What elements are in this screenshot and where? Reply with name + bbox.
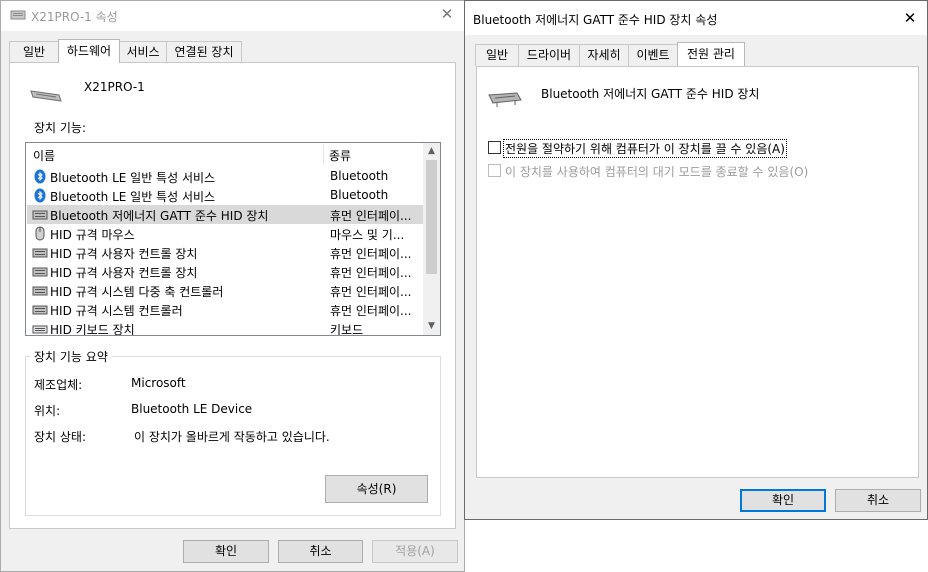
list-item-type: 휴먼 인터페이... xyxy=(330,209,412,223)
list-item-type: 휴먼 인터페이... xyxy=(330,266,412,280)
title-bar[interactable]: X21PRO-1 속성 ✕ xyxy=(1,1,464,31)
tab-events[interactable]: 이벤트 xyxy=(628,44,678,66)
tab-hardware[interactable]: 하드웨어 xyxy=(58,39,120,63)
column-header-name[interactable]: 이름 xyxy=(33,147,55,164)
list-item-name: HID 규격 시스템 다중 축 컨트롤러 xyxy=(50,285,224,299)
tab-general[interactable]: 일반 xyxy=(9,41,59,63)
list-item[interactable]: HID 규격 사용자 컨트롤 장치 휴먼 인터페이... xyxy=(27,243,423,262)
location-label: 위치: xyxy=(34,404,61,418)
keyboard-icon xyxy=(32,325,48,334)
hid-device-properties-window: Bluetooth 저에너지 GATT 준수 HID 장치 속성 ✕ 일반 드라… xyxy=(464,0,928,520)
manufacturer-value: Microsoft xyxy=(131,376,186,390)
list-item-name: Bluetooth LE 일반 특성 서비스 xyxy=(50,190,216,204)
hid-device-icon xyxy=(32,267,48,277)
list-item-name: HID 키보드 장치 xyxy=(50,323,135,336)
close-icon[interactable]: ✕ xyxy=(438,5,456,23)
list-item-name: HID 규격 시스템 컨트롤러 xyxy=(50,304,183,318)
cancel-button[interactable]: 취소 xyxy=(835,489,921,512)
list-item-name: Bluetooth 저에너지 GATT 준수 HID 장치 xyxy=(50,209,269,223)
column-divider[interactable] xyxy=(323,145,324,165)
list-header: 이름 종류 xyxy=(26,143,423,167)
hid-device-icon xyxy=(32,286,48,296)
list-item-type: Bluetooth xyxy=(330,188,389,202)
list-item-type: 휴먼 인터페이... xyxy=(330,285,412,299)
list-item[interactable]: Bluetooth LE 일반 특성 서비스 Bluetooth xyxy=(27,186,423,205)
wake-computer-checkbox[interactable] xyxy=(488,164,501,177)
list-item-type: Bluetooth xyxy=(330,169,389,183)
window-title: Bluetooth 저에너지 GATT 준수 HID 장치 속성 xyxy=(473,13,718,27)
list-item[interactable]: HID 규격 사용자 컨트롤 장치 휴먼 인터페이... xyxy=(27,262,423,281)
manufacturer-label: 제조업체: xyxy=(34,378,83,392)
list-item[interactable]: HID 규격 마우스 마우스 및 기... xyxy=(27,224,423,243)
keyboard-icon xyxy=(30,90,62,102)
scroll-down-icon[interactable]: ▼ xyxy=(423,318,440,335)
bluetooth-icon xyxy=(34,169,46,184)
function-summary-title: 장치 기능 요약 xyxy=(30,348,112,365)
device-name: X21PRO-1 xyxy=(84,80,145,94)
device-properties-window: X21PRO-1 속성 ✕ 일반 하드웨어 서비스 연결된 장치 X21PRO-… xyxy=(0,0,465,572)
device-functions-label: 장치 기능: xyxy=(34,121,87,135)
scrollbar-thumb[interactable] xyxy=(426,160,437,274)
list-item-type: 휴먼 인터페이... xyxy=(330,304,412,318)
list-item-selected[interactable]: Bluetooth 저에너지 GATT 준수 HID 장치 휴먼 인터페이... xyxy=(27,205,423,224)
apply-button[interactable]: 적용(A) xyxy=(372,540,458,563)
ok-button[interactable]: 확인 xyxy=(183,540,269,563)
properties-button[interactable]: 속성(R) xyxy=(325,475,428,503)
location-value: Bluetooth LE Device xyxy=(131,402,253,416)
tab-strip: 일반 하드웨어 서비스 연결된 장치 xyxy=(1,39,464,63)
tab-connected-devices[interactable]: 연결된 장치 xyxy=(166,41,242,63)
window-title: X21PRO-1 속성 xyxy=(31,10,118,24)
list-item-name: HID 규격 사용자 컨트롤 장치 xyxy=(50,266,198,280)
tab-general[interactable]: 일반 xyxy=(475,44,519,66)
list-item-type: 마우스 및 기... xyxy=(330,228,405,242)
keyboard-icon xyxy=(10,10,26,20)
tab-strip: 일반 드라이버 자세히 이벤트 전원 관리 xyxy=(465,42,927,66)
list-item[interactable]: HID 키보드 장치 키보드 xyxy=(27,319,423,336)
hid-device-icon xyxy=(32,248,48,258)
list-item-name: Bluetooth LE 일반 특성 서비스 xyxy=(50,171,216,185)
hid-device-icon xyxy=(32,305,48,315)
title-bar[interactable]: Bluetooth 저에너지 GATT 준수 HID 장치 속성 ✕ xyxy=(465,1,927,35)
mouse-icon xyxy=(35,226,45,241)
list-item[interactable]: HID 규격 시스템 컨트롤러 휴먼 인터페이... xyxy=(27,300,423,319)
list-item[interactable]: HID 규격 시스템 다중 축 컨트롤러 휴먼 인터페이... xyxy=(27,281,423,300)
ok-button[interactable]: 확인 xyxy=(740,489,826,512)
scroll-up-icon[interactable]: ▲ xyxy=(423,143,440,160)
list-item-name: HID 규격 마우스 xyxy=(50,228,135,242)
tab-driver[interactable]: 드라이버 xyxy=(518,44,580,66)
wake-computer-label[interactable]: 이 장치를 사용하여 컴퓨터의 대기 모드를 종료할 수 있음(O) xyxy=(505,163,808,180)
bluetooth-icon xyxy=(34,188,46,203)
cancel-button[interactable]: 취소 xyxy=(278,540,363,563)
list-item-type: 휴먼 인터페이... xyxy=(330,247,412,261)
power-off-label[interactable]: 전원을 절약하기 위해 컴퓨터가 이 장치를 끌 수 있음(A) xyxy=(503,139,787,158)
device-status-value: 이 장치가 올바르게 작동하고 있습니다. xyxy=(134,430,330,444)
device-functions-list[interactable]: 이름 종류 Bluetooth LE 일반 특성 서비스 Bluetooth B… xyxy=(25,142,441,336)
tab-power-management[interactable]: 전원 관리 xyxy=(677,42,745,66)
power-off-checkbox[interactable] xyxy=(488,141,501,154)
power-management-panel xyxy=(476,66,919,478)
list-item[interactable]: Bluetooth LE 일반 특성 서비스 Bluetooth xyxy=(27,167,423,186)
tab-details[interactable]: 자세히 xyxy=(579,44,629,66)
device-status-label: 장치 상태: xyxy=(34,430,87,444)
column-header-type[interactable]: 종류 xyxy=(329,147,351,164)
list-item-type: 키보드 xyxy=(330,323,364,336)
tab-services[interactable]: 서비스 xyxy=(119,41,167,63)
list-item-name: HID 규격 사용자 컨트롤 장치 xyxy=(50,247,198,261)
hid-device-icon xyxy=(488,92,522,107)
hid-device-icon xyxy=(32,210,48,220)
vertical-scrollbar[interactable]: ▲ ▼ xyxy=(423,143,440,335)
close-icon[interactable]: ✕ xyxy=(901,9,919,27)
device-name: Bluetooth 저에너지 GATT 준수 HID 장치 xyxy=(541,87,760,101)
